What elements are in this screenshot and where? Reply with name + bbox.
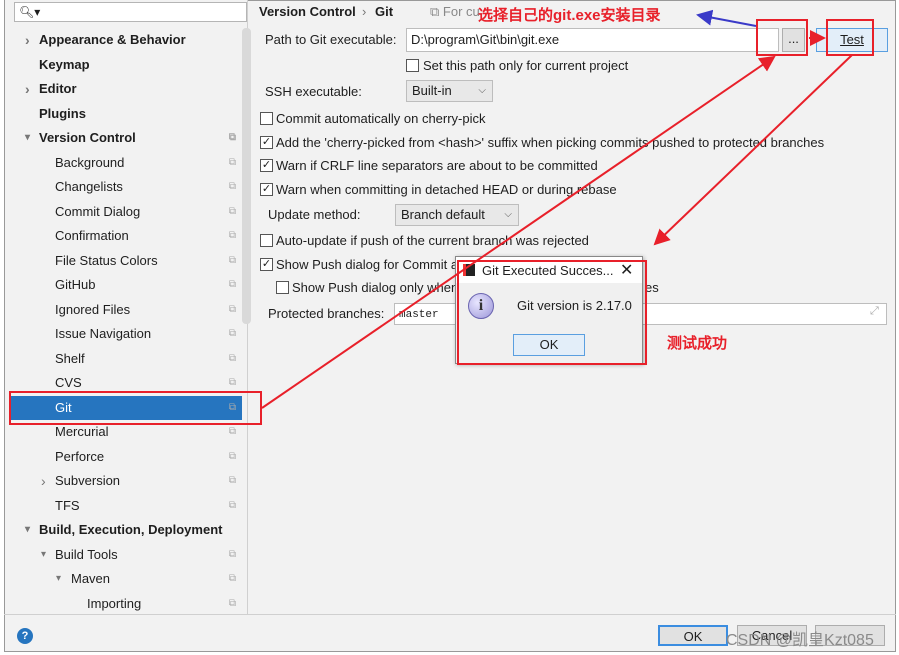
annotation-overlay (9, 9, 874, 425)
test-highlight (826, 19, 874, 56)
arrow-to-label (696, 9, 757, 27)
arrow-to-browse (261, 55, 776, 409)
browse-highlight (756, 19, 808, 56)
arrow-to-dialog (653, 54, 853, 246)
dialog-highlight (457, 260, 647, 365)
git-item-highlight (9, 391, 262, 425)
